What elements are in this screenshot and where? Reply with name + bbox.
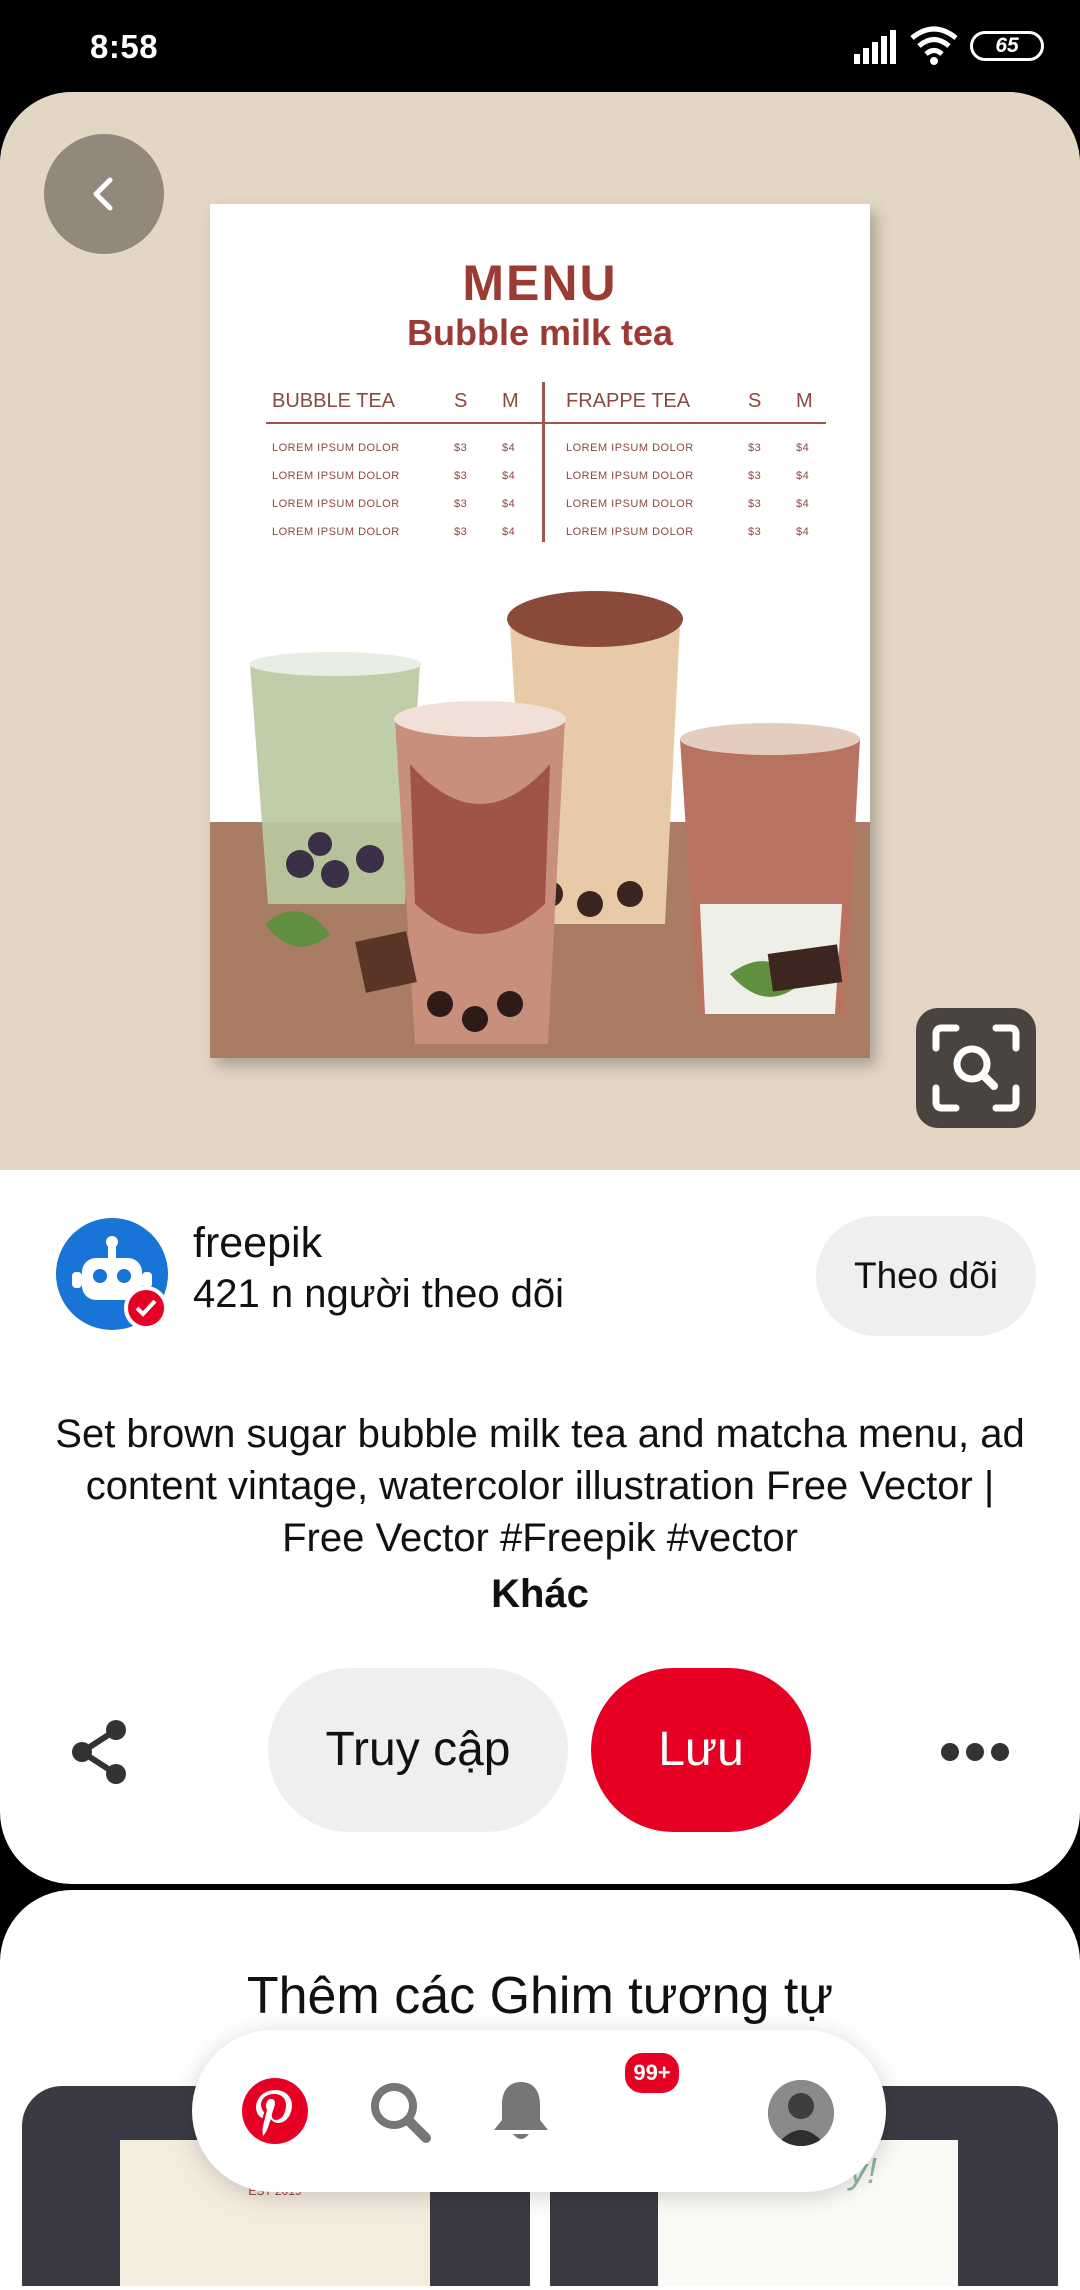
section-title: Thêm các Ghim tương tự: [246, 1967, 834, 2025]
chevron-left-icon: [93, 177, 113, 211]
author-name[interactable]: freepik: [193, 1219, 322, 1268]
bottom-nav: 99+: [192, 2030, 886, 2192]
nav-home[interactable]: [240, 2076, 310, 2146]
verified-badge-icon: [124, 1286, 168, 1330]
user-photo-icon: [768, 2080, 834, 2146]
follow-button[interactable]: Theo dõi: [816, 1216, 1036, 1336]
menu-poster-image: MENU Bubble milk tea BUBBLE TEA S M FRAP…: [210, 204, 870, 1058]
lens-search-icon: [932, 1024, 1020, 1112]
more-link[interactable]: Khác: [0, 1572, 1080, 1617]
notifications-badge: 99+: [622, 2050, 682, 2096]
nav-search[interactable]: [364, 2076, 434, 2146]
bell-icon: [494, 2082, 548, 2139]
pin-description: Set brown sugar bubble milk tea and matc…: [55, 1412, 1025, 1560]
author-followers: 421 n người theo dõi: [193, 1272, 565, 1316]
visit-button[interactable]: Truy cập: [268, 1668, 568, 1832]
visual-search-button[interactable]: [916, 1008, 1036, 1128]
signal-icon: [854, 30, 896, 64]
battery-level: 65: [995, 34, 1019, 57]
pin-image-area[interactable]: MENU Bubble milk tea BUBBLE TEA S M FRAP…: [0, 92, 1080, 1170]
search-icon: [371, 2083, 431, 2143]
save-button[interactable]: Lưu: [591, 1668, 811, 1832]
status-bar: 8:58 65: [0, 0, 1080, 92]
share-icon[interactable]: [64, 1716, 136, 1788]
pin-card: MENU Bubble milk tea BUBBLE TEA S M FRAP…: [0, 92, 1080, 1884]
pinterest-logo-icon: [242, 2078, 308, 2144]
profile-avatar[interactable]: [768, 2080, 834, 2146]
status-time: 8:58: [90, 28, 159, 65]
drinks-illustration: [249, 591, 860, 1044]
nav-notifications[interactable]: [486, 2076, 556, 2146]
back-button[interactable]: [44, 134, 164, 254]
battery-icon: 65: [970, 31, 1044, 61]
more-options-icon[interactable]: [940, 1740, 1010, 1764]
wifi-icon: [910, 26, 958, 65]
